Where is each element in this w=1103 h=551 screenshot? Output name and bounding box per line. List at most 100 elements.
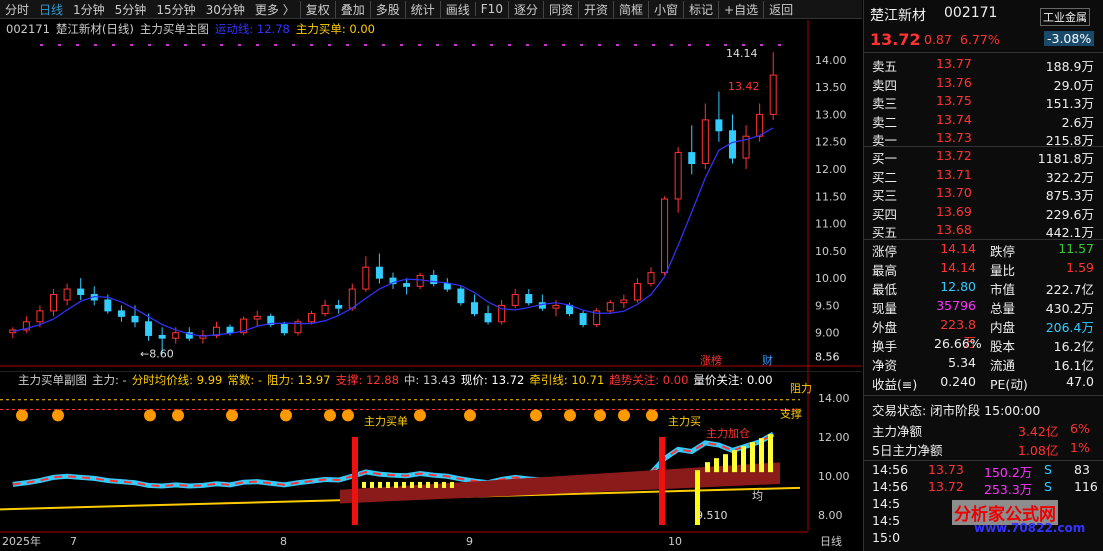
coin-icon — [564, 409, 576, 422]
tick-time: 14:56 — [872, 479, 909, 494]
candle — [348, 288, 356, 309]
period-label[interactable]: 日线 — [820, 534, 842, 548]
stat-label: 市值 — [990, 282, 1016, 297]
sub-y-tick: 8.00 — [818, 509, 843, 522]
industry-tag[interactable]: 工业金属 — [1040, 8, 1090, 26]
signal-dot — [256, 44, 259, 46]
stat-label: 流通 — [990, 358, 1016, 373]
volume-bar — [378, 481, 382, 488]
flow-label[interactable]: 5日主力净额 — [872, 440, 942, 459]
ask-price: 13.73 — [936, 130, 972, 145]
coin-icon — [280, 409, 292, 422]
candle — [620, 299, 628, 304]
tool-7[interactable]: 同资 — [542, 0, 578, 18]
volume-bar — [759, 438, 764, 473]
stat-label: 收益(≡) — [872, 377, 918, 392]
sub-item-3: 阻力: 13.97 — [267, 372, 331, 387]
tool-13[interactable]: 返回 — [763, 0, 798, 18]
tool-10[interactable]: 小窗 — [648, 0, 683, 18]
bid-vol: 229.6万 — [1045, 206, 1094, 222]
candle — [674, 152, 682, 200]
stat-value: 222.7亿 — [1045, 282, 1094, 297]
tool-12[interactable]: +自选 — [718, 0, 763, 18]
signal-dot — [238, 44, 241, 46]
tool-0[interactable]: 复权 — [299, 0, 335, 18]
stat-value: 5.34 — [948, 355, 976, 370]
sub-title[interactable]: 主力买单副图 — [18, 372, 87, 387]
candle — [688, 152, 696, 165]
sub-label: 主力买单 — [364, 415, 408, 428]
candle — [457, 288, 465, 304]
signal-dot — [418, 44, 421, 46]
volume-bar — [418, 481, 422, 488]
volume-bar — [410, 481, 414, 488]
side-pct: 6.77% — [960, 32, 1000, 47]
tool-6[interactable]: 逐分 — [507, 0, 543, 18]
tool-9[interactable]: 简框 — [613, 0, 648, 18]
high2-label: 13.42 — [728, 80, 760, 93]
side-price: 13.72 — [870, 30, 921, 49]
tool-5[interactable]: F10 — [474, 2, 508, 16]
ma-line — [12, 127, 774, 337]
signal-dot — [76, 44, 79, 46]
volume-bar — [450, 481, 454, 488]
tab-2[interactable]: 1分钟 — [68, 1, 110, 18]
ask-price: 13.76 — [936, 74, 972, 90]
signal-dot — [130, 44, 133, 46]
candle — [552, 304, 560, 309]
candle — [253, 315, 261, 320]
candle — [715, 119, 723, 132]
x-tick: 8 — [280, 535, 287, 548]
candle — [579, 313, 587, 326]
formula-name[interactable]: 主力买单主图 — [140, 21, 209, 37]
tab-6[interactable]: 更多 〉 — [250, 1, 300, 18]
flow-value: 1.08亿 — [1018, 443, 1059, 458]
candle — [335, 304, 343, 309]
signal-dot — [346, 44, 349, 46]
tab-3[interactable]: 5分钟 — [110, 1, 152, 18]
tool-4[interactable]: 画线 — [439, 0, 475, 18]
tool-2[interactable]: 多股 — [369, 0, 405, 18]
ask-price: 13.74 — [936, 111, 972, 127]
y-tick: 14.00 — [815, 54, 847, 67]
signal-dot — [562, 44, 565, 46]
tick-side: S — [1044, 479, 1052, 494]
tab-4[interactable]: 15分钟 — [151, 1, 200, 18]
tool-11[interactable]: 标记 — [683, 0, 718, 18]
flow-label[interactable]: 主力净额 — [872, 421, 922, 440]
signal-dot — [184, 44, 187, 46]
tool-3[interactable]: 统计 — [404, 0, 440, 18]
signal-dot — [760, 44, 763, 46]
signal-dot — [292, 44, 295, 46]
signal-dot — [652, 44, 655, 46]
sub-y-tick: 12.00 — [818, 431, 850, 444]
stat-value: 14.14 — [940, 260, 976, 275]
signal-dot — [670, 44, 673, 46]
signal-dot — [688, 44, 691, 46]
candle — [633, 283, 641, 301]
tab-0[interactable]: 分时 — [0, 1, 34, 18]
coin-icon — [144, 409, 156, 422]
line2-value: 主力买单: 0.00 — [295, 22, 375, 36]
event-mark: 财 — [762, 353, 773, 367]
tab-5[interactable]: 30分钟 — [201, 1, 250, 18]
tick-side: S — [1044, 462, 1052, 477]
tool-8[interactable]: 开资 — [577, 0, 613, 18]
signal-dot — [490, 44, 493, 46]
stat-label: 总量 — [990, 301, 1016, 316]
candle — [63, 288, 71, 301]
tab-1[interactable]: 日线 — [34, 1, 68, 18]
coin-icon — [618, 409, 630, 422]
tick-time: 14:5 — [872, 513, 901, 528]
signal-dot — [400, 44, 403, 46]
ask-price: 13.75 — [936, 93, 972, 108]
volume-bar — [723, 454, 728, 473]
candle — [280, 324, 288, 334]
tool-1[interactable]: 叠加 — [334, 0, 370, 18]
stat-label: 内盘 — [990, 320, 1016, 335]
stat-value: 47.0 — [1066, 374, 1094, 389]
sub-item-1: 分时均价线: 9.99 — [131, 372, 223, 387]
signal-dot — [364, 44, 367, 46]
sub-item-4: 支撑: 12.88 — [335, 372, 399, 387]
flow-value: 3.42亿 — [1018, 424, 1059, 439]
